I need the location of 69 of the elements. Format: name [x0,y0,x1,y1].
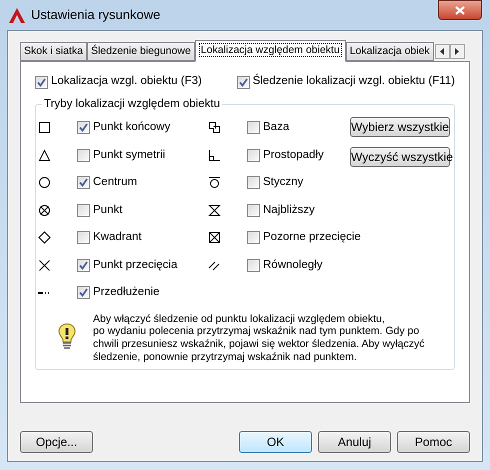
crossed-circle-icon [38,204,51,217]
checkbox-label: Równoległy [263,258,322,273]
clear-all-button[interactable]: Wyczyść wszystkie [350,147,450,167]
diamond-icon [38,231,51,244]
checkmark-icon [79,178,88,188]
checkmark-icon [238,78,248,86]
checkbox-label: Śledzenie lokalizacji wzgl. obiektu (F11) [252,73,455,90]
checkbox-label: Pozorne przecięcie [263,230,361,246]
ok-button[interactable]: OK [239,431,312,453]
help-button[interactable]: Pomoc [397,431,470,453]
checkmark-icon [79,288,88,298]
right-angle-icon [208,148,221,162]
checkbox[interactable] [247,176,260,190]
left-arrow-icon [440,48,444,55]
checkbox-label: Lokalizacja wzgl. obiektu (F3) [51,74,202,90]
checkbox[interactable] [236,76,250,88]
circle-icon [38,176,51,190]
checkbox-label: Baza [263,120,290,136]
checkbox[interactable] [77,148,90,162]
tangent-circle-icon [208,176,221,190]
checkmark-icon [37,78,46,86]
tab[interactable]: Lokalizacja obiek [346,42,434,61]
checkbox[interactable] [247,148,260,162]
checkbox-label: Najbliższy [263,202,315,218]
hourglass-icon [208,204,221,217]
group-title: Tryby lokalizacji względem obiektu [42,97,222,111]
crossed-square-icon [208,231,221,244]
checkbox[interactable] [77,231,90,244]
checkbox[interactable] [77,258,90,272]
options-button[interactable]: Opcje... [20,431,93,453]
lightbulb-icon [58,322,76,350]
checkbox-label: Styczny [263,175,304,190]
checkbox-label: Kwadrant [93,230,142,246]
checkbox-label: Punkt [93,202,122,218]
close-icon [455,6,465,14]
info-text: Aby włączyć śledzenie od punktu lokalizacji względem obiektu, po wydaniu polecenia przytrzymaj wskaźnik nad tym punktem. Gdy po chwili przesuniesz wskaźnik, pojawi się wektor śledzenia. Aby wyłączyć śledzenie, ponownie przytrzymaj wskaźnik nad punktem. [93,312,424,364]
checkbox-label: Centrum [93,175,138,190]
cancel-button[interactable]: Anuluj [318,431,391,453]
close-button[interactable] [438,0,482,20]
checkmark-icon [79,123,88,132]
checkbox[interactable] [35,76,48,88]
checkbox[interactable] [247,258,260,272]
checkmark-icon [79,260,88,270]
checkbox-label: Przedłużenie [93,285,160,300]
window-title: Ustawienia rysunkowe [31,6,160,24]
checkbox[interactable] [77,286,90,300]
checkbox-label: Punkt symetrii [93,148,166,163]
checkbox[interactable] [247,204,260,217]
square-icon [38,121,51,134]
select-all-button[interactable]: Wybierz wszystkie [350,117,450,137]
tab[interactable]: Skok i siatka [20,42,87,61]
parallel-lines-icon [208,258,221,272]
checkbox[interactable] [77,204,90,217]
checkbox[interactable] [77,176,90,190]
tab[interactable]: Śledzenie biegunowe [86,42,195,61]
checkbox[interactable] [247,231,260,244]
scroll-right-button[interactable] [450,44,465,59]
checkbox[interactable] [247,121,260,134]
x-icon [38,258,51,272]
checkbox-label: Punkt końcowy [93,120,170,136]
triangle-icon [38,148,51,162]
tab[interactable]: Lokalizacja względem obiektu [194,40,346,62]
checkbox-label: Punkt przecięcia [93,258,178,273]
checkbox-label: Prostopadły [263,148,324,163]
right-arrow-icon [455,48,460,55]
app-logo-icon [9,8,25,22]
checkbox[interactable] [77,121,90,134]
scroll-left-button[interactable] [434,44,450,59]
overlapping-squares-icon [208,121,221,134]
